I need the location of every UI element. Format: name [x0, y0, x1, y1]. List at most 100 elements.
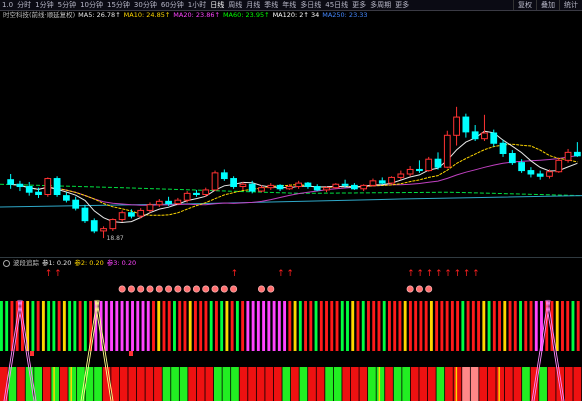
indicator-bar	[68, 301, 72, 351]
candle-down	[462, 116, 470, 133]
bottom-block	[427, 367, 436, 401]
candle-down	[35, 191, 42, 195]
indicator-bar	[57, 301, 61, 351]
indicator-bar	[256, 301, 260, 351]
signal-arrow: ↑	[472, 269, 480, 279]
indicator-bar	[272, 301, 276, 351]
indicator-bar	[461, 301, 465, 351]
indicator-bar	[309, 301, 313, 351]
candle-down	[193, 192, 200, 195]
bottom-block	[342, 367, 351, 401]
bottom-block	[94, 367, 102, 401]
indicator-bar	[241, 301, 245, 351]
indicator-bar	[477, 301, 481, 351]
indicator-bar	[110, 301, 113, 351]
candle-down	[72, 199, 80, 209]
candle-down	[276, 184, 284, 190]
bottom-marker	[53, 367, 55, 401]
bottom-block	[308, 367, 316, 401]
candle-up	[174, 199, 182, 205]
indicator-bar	[403, 301, 407, 351]
candle-up	[285, 186, 293, 190]
candle-up	[109, 219, 117, 230]
indicator-bar	[529, 301, 533, 351]
bottom-block	[513, 367, 522, 401]
indicator-bar	[377, 301, 381, 351]
bottom-block	[282, 367, 291, 401]
indicator-bar	[162, 301, 166, 351]
bottom-block	[547, 367, 556, 401]
signal-dot	[211, 285, 219, 293]
bottom-marker	[455, 367, 458, 401]
bottom-block	[231, 367, 239, 401]
candle-up	[369, 180, 377, 186]
bottom-marker	[70, 367, 72, 401]
indicator-bar	[340, 301, 344, 351]
candle-up	[267, 184, 275, 189]
bottom-block	[470, 367, 479, 401]
candle-down	[304, 182, 312, 188]
signal-dot	[137, 285, 145, 293]
candle-down	[508, 153, 516, 164]
signal-dot	[183, 285, 191, 293]
bottom-block	[265, 367, 274, 401]
indicator-bar	[89, 301, 93, 351]
bottom-block	[539, 367, 547, 401]
indicator-bar	[136, 301, 140, 351]
indicator-bar	[104, 301, 108, 351]
indicator-bar	[314, 301, 318, 351]
candle-down	[230, 178, 237, 188]
indicator-bar	[235, 301, 239, 351]
indicator-bar	[0, 301, 3, 351]
bottom-block	[385, 367, 393, 401]
indicator-bar	[31, 301, 35, 351]
candle-up	[295, 182, 303, 188]
signal-dot	[174, 285, 182, 293]
indicator-bar	[214, 301, 218, 351]
indicator-bar	[204, 301, 208, 351]
bottom-marker	[498, 367, 500, 401]
candle-up	[388, 176, 395, 184]
candle-down	[63, 195, 70, 201]
bottom-block	[402, 367, 411, 401]
indicator-bar	[519, 301, 522, 351]
signal-dot	[127, 285, 135, 293]
kline-chart-canvas[interactable]: 18.87↑ ↑ ↑ ↑ ↑ ↑ ↑ ↑ ↑ ↑ ↑ ↑ ↑	[0, 0, 582, 401]
signal-dot	[155, 285, 163, 293]
bottom-block	[51, 367, 60, 401]
indicator-bar	[361, 301, 365, 351]
candle-up	[332, 183, 340, 189]
indicator-bar	[356, 301, 360, 351]
indicator-bar	[346, 301, 349, 351]
indicator-bar	[492, 301, 496, 351]
indicator-bar	[571, 301, 575, 351]
ma60-line	[0, 183, 582, 197]
bottom-block	[179, 367, 188, 401]
indicator-bar	[351, 301, 355, 351]
bottom-block	[487, 367, 496, 401]
candle-down	[518, 162, 525, 172]
candle-up	[481, 132, 488, 140]
indicator-bar	[73, 301, 77, 351]
indicator-bar	[131, 301, 134, 351]
indicator-bar	[267, 301, 271, 351]
indicator-bar	[482, 301, 486, 351]
indicator-bar	[513, 301, 517, 351]
indicator-bar	[304, 301, 307, 351]
bottom-block	[445, 367, 453, 401]
indicator-bar	[561, 301, 564, 351]
indicator-bar	[120, 301, 124, 351]
signal-arrow: ↑	[454, 269, 462, 279]
indicator-bar	[209, 301, 213, 351]
indicator-bar	[173, 301, 176, 351]
bottom-block	[213, 367, 222, 401]
candle-down	[25, 186, 33, 193]
indicator-bar	[555, 301, 559, 351]
indicator-bar	[325, 301, 328, 351]
bottom-block	[359, 367, 368, 401]
signal-arrow: ↑	[277, 269, 285, 279]
bottom-block	[68, 367, 77, 401]
bottom-block	[239, 367, 248, 401]
candle-down	[536, 173, 544, 177]
bottom-block	[316, 367, 325, 401]
